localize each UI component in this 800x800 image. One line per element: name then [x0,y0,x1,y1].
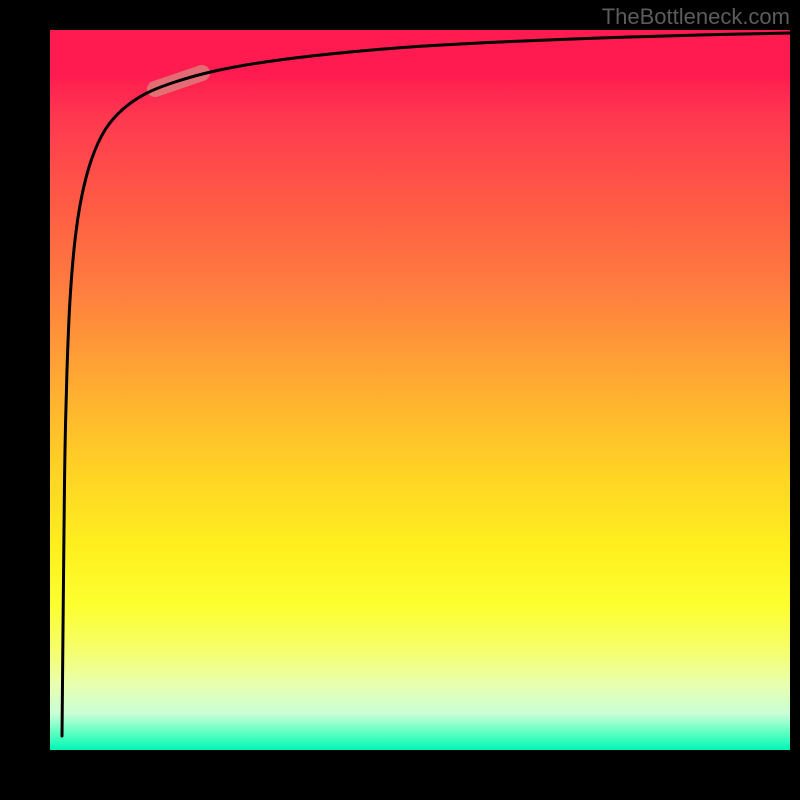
main-curve [62,33,790,736]
watermark-text: TheBottleneck.com [602,4,790,30]
chart-svg [50,30,790,750]
chart-frame: TheBottleneck.com [0,0,800,800]
